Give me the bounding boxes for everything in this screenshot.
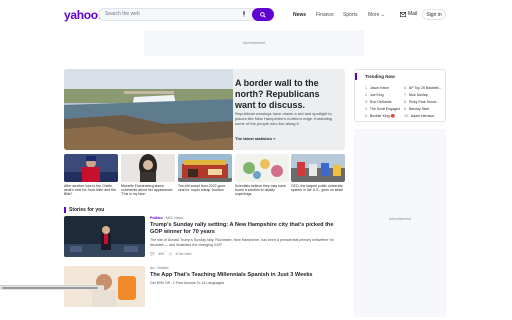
nav-more[interactable]: More ⌄ bbox=[368, 12, 385, 18]
search-button[interactable] bbox=[252, 8, 274, 21]
news-card[interactable]: After another loss to the Chiefs, what's… bbox=[64, 154, 118, 197]
top-header: yahoo! Search the web News Finance Sport… bbox=[0, 0, 512, 30]
card-caption[interactable]: Two bill swept from 2022 gone viral for … bbox=[178, 184, 232, 192]
comment-icon[interactable]: 💬 bbox=[150, 252, 154, 256]
story-title[interactable]: Trump's Sunday rally setting: A New Hamp… bbox=[150, 222, 345, 236]
trending-item[interactable]: 4. The Scott Engaged bbox=[365, 107, 400, 111]
horizontal-scrollbar[interactable] bbox=[0, 285, 104, 290]
mail-icon bbox=[400, 11, 406, 17]
card-image[interactable] bbox=[235, 154, 289, 182]
hero-title[interactable]: A border wall to the north? Republicans … bbox=[235, 78, 340, 111]
accent-bar bbox=[64, 207, 66, 213]
ad-label: Advertisement bbox=[242, 41, 266, 45]
hero-summary: Republican earnings have drawn a red and… bbox=[235, 111, 333, 126]
card-image[interactable] bbox=[178, 154, 232, 182]
card-caption[interactable]: CEO, the largest public university syste… bbox=[291, 184, 345, 192]
news-card[interactable]: CEO, the largest public university syste… bbox=[291, 154, 345, 192]
ad-label: Advertisement bbox=[388, 217, 412, 221]
yahoo-logo[interactable]: yahoo! bbox=[64, 8, 102, 22]
nav-finance[interactable]: Finance bbox=[316, 12, 334, 18]
comment-count[interactable]: 49K bbox=[158, 252, 164, 256]
card-caption[interactable]: Scientists believe they may have found a… bbox=[235, 184, 289, 197]
trending-title: Trending Now bbox=[365, 74, 395, 79]
trending-item[interactable]: 7. Nick Dunlap bbox=[404, 93, 428, 97]
trending-now: Trending Now 1. Jason Kelce 2. Joe King 3.… bbox=[354, 69, 446, 122]
card-image[interactable] bbox=[291, 154, 345, 182]
story-source: Ad • Babbel bbox=[150, 266, 169, 270]
card-image[interactable] bbox=[121, 154, 175, 182]
card-caption[interactable]: After another loss to the Chiefs, what's… bbox=[64, 184, 118, 197]
trending-item[interactable]: 8. Pinky Park Shoot... bbox=[404, 100, 439, 104]
accent-bar bbox=[355, 73, 357, 80]
trending-item[interactable]: 9. Barclay Start bbox=[404, 107, 429, 111]
trending-item[interactable]: 1. Jason Kelce bbox=[365, 86, 389, 90]
story-meta: 💬 49K ◷ 6 hrs read bbox=[150, 252, 191, 256]
trending-item[interactable]: 6. AP Top 25 Basketb... bbox=[404, 86, 441, 90]
scrollbar-thumb[interactable] bbox=[2, 287, 98, 289]
search-bar[interactable]: Search the web bbox=[98, 8, 274, 21]
search-icon bbox=[260, 11, 266, 18]
mail-label: Mail bbox=[408, 11, 418, 17]
story-title[interactable]: The App That's Teaching Millennials Span… bbox=[150, 272, 345, 279]
read-time: 6 hrs read bbox=[175, 252, 192, 256]
story-item[interactable]: Ad • Babbel The App That's Teaching Mill… bbox=[64, 266, 344, 307]
mail-link[interactable]: Mail bbox=[400, 11, 417, 17]
news-card[interactable]: Michelle Fractenberg slams comments abou… bbox=[121, 154, 175, 197]
trending-item[interactable]: 5. Beckler King 🔴 bbox=[365, 114, 395, 118]
search-input[interactable]: Search the web bbox=[105, 11, 140, 17]
story-item[interactable]: Politico • NBC News Trump's Sunday rally… bbox=[64, 216, 344, 260]
hero-image[interactable] bbox=[64, 69, 236, 150]
news-card[interactable]: Two bill swept from 2022 gone viral for … bbox=[178, 154, 232, 192]
signin-button[interactable]: Sign in bbox=[422, 9, 446, 20]
card-image[interactable] bbox=[64, 154, 118, 182]
chevron-down-icon: ⌄ bbox=[379, 12, 385, 18]
card-caption[interactable]: Michelle Fractenberg slams comments abou… bbox=[121, 184, 175, 197]
nav-news[interactable]: News bbox=[293, 12, 306, 18]
hero-more-link[interactable]: The latest statistics » bbox=[235, 136, 275, 141]
stories-for-you-header: Stories for you bbox=[64, 207, 104, 213]
story-image[interactable] bbox=[64, 216, 145, 257]
trending-item[interactable]: 10. Adam Harrison bbox=[404, 114, 434, 118]
story-description: Get 50% Off - 1 Free Access To 14 Langua… bbox=[150, 281, 225, 285]
nav-sports[interactable]: Sports bbox=[343, 12, 357, 18]
story-source: Politico • NBC News bbox=[150, 216, 183, 220]
trending-item[interactable]: 2. Joe King bbox=[365, 93, 384, 97]
microphone-icon[interactable] bbox=[242, 11, 246, 19]
story-description: The site of Donald Trump's Sunday rally,… bbox=[150, 238, 334, 247]
clock-icon: ◷ bbox=[168, 252, 172, 256]
side-ad[interactable]: Advertisement bbox=[354, 129, 446, 317]
news-card[interactable]: Scientists believe they may have found a… bbox=[235, 154, 289, 197]
trending-item[interactable]: 3. Ron DeSantis bbox=[365, 100, 392, 104]
top-ad[interactable]: Advertisement bbox=[144, 30, 364, 56]
nav-more-label: More bbox=[368, 12, 380, 18]
section-title: Stories for you bbox=[69, 207, 105, 213]
